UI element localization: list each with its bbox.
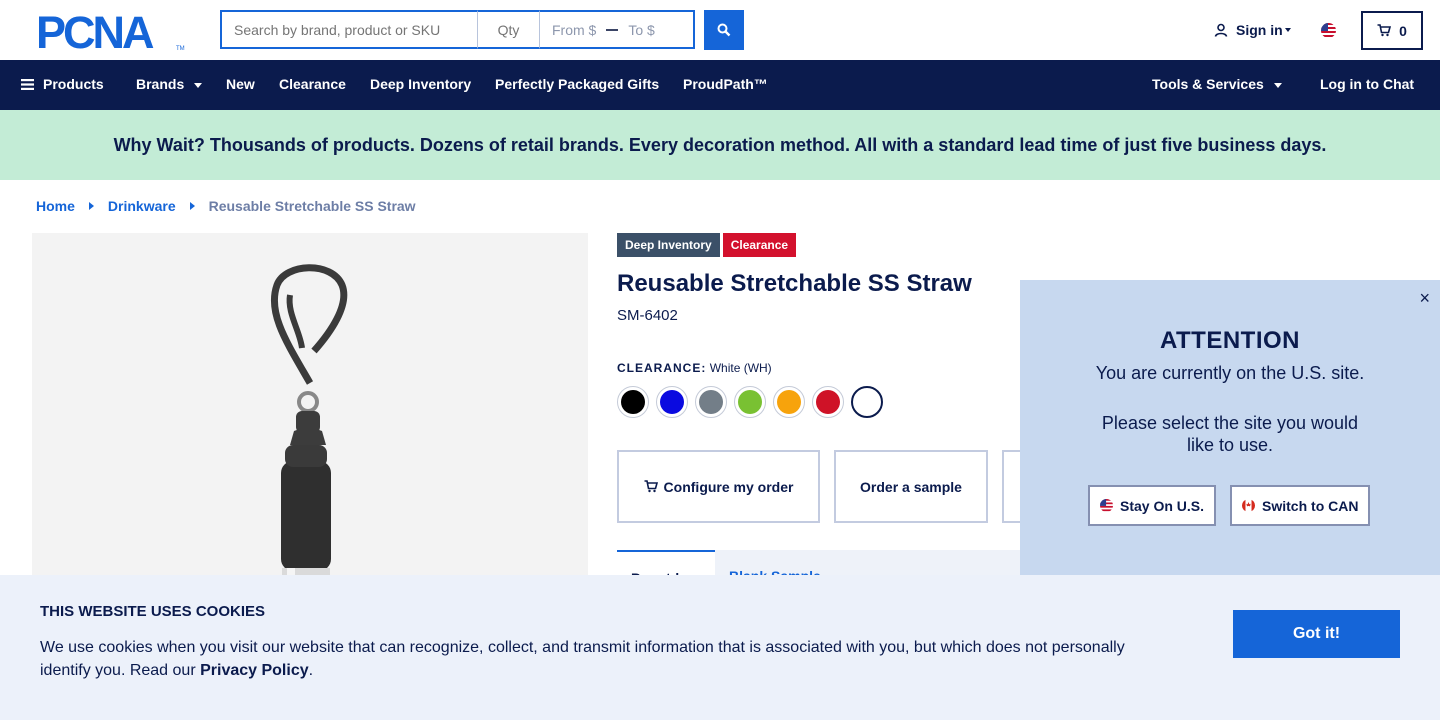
menu-icon — [21, 79, 34, 90]
search-button[interactable] — [704, 10, 744, 50]
breadcrumb-home[interactable]: Home — [36, 198, 75, 214]
product-title: Reusable Stretchable SS Straw — [617, 270, 972, 297]
switch-can-button[interactable]: Switch to CAN — [1230, 485, 1371, 526]
breadcrumb-current: Reusable Stretchable SS Straw — [208, 198, 416, 214]
nav-products[interactable]: Products — [21, 76, 104, 92]
cart-button[interactable]: 0 — [1361, 11, 1423, 50]
cookie-text: We use cookies when you visit our websit… — [40, 636, 1150, 682]
swatch-white[interactable] — [851, 386, 883, 418]
nav-gifts[interactable]: Perfectly Packaged Gifts — [495, 76, 659, 92]
breadcrumb-category[interactable]: Drinkware — [108, 198, 176, 214]
color-label: CLEARANCE: White (WH) — [617, 361, 772, 375]
cookie-banner: THIS WEBSITE USES COOKIES We use cookies… — [0, 575, 1440, 720]
caret-right-icon — [189, 202, 195, 210]
promo-banner: Why Wait? Thousands of products. Dozens … — [0, 110, 1440, 180]
svg-text:TM: TM — [176, 46, 185, 52]
color-label-key: CLEARANCE: — [617, 361, 707, 375]
close-icon[interactable]: × — [1419, 288, 1430, 309]
product-image[interactable] — [32, 233, 588, 633]
deep-inventory-badge: Deep Inventory — [617, 233, 720, 257]
cookie-title: THIS WEBSITE USES COOKIES — [40, 603, 266, 620]
chevron-down-icon — [1273, 82, 1282, 88]
cookie-period: . — [308, 662, 314, 679]
nav-tools-label: Tools & Services — [1152, 76, 1264, 92]
us-flag-icon — [1100, 499, 1113, 512]
popup-instruction: Please select the site you would like to… — [1101, 413, 1359, 455]
popup-current-site: You are currently on the U.S. site. — [1095, 363, 1365, 383]
nav-brands[interactable]: Brands — [136, 76, 203, 92]
color-swatches — [617, 386, 883, 418]
cart-icon — [1377, 24, 1392, 37]
nav-deep-inventory[interactable]: Deep Inventory — [370, 76, 471, 92]
product-badges: Deep Inventory Clearance — [617, 233, 797, 257]
qty-input[interactable] — [478, 10, 540, 49]
order-sample-button[interactable]: Order a sample — [834, 450, 988, 523]
svg-text:PCNA: PCNA — [36, 10, 154, 52]
got-it-button[interactable]: Got it! — [1233, 610, 1400, 658]
nav-clearance[interactable]: Clearance — [279, 76, 346, 92]
search-icon — [717, 23, 731, 37]
privacy-policy-link[interactable]: Privacy Policy — [200, 662, 309, 679]
nav-chat[interactable]: Log in to Chat — [1320, 76, 1414, 92]
cart-count: 0 — [1399, 22, 1407, 39]
cart-icon — [644, 480, 658, 493]
nav-proudpath[interactable]: ProudPath™ — [683, 76, 768, 92]
search-bar: From $ To $ — [220, 10, 744, 50]
popup-buttons: Stay On U.S. Switch to CAN — [1088, 485, 1371, 526]
price-to-input[interactable]: To $ — [628, 22, 654, 38]
clearance-badge: Clearance — [722, 233, 797, 257]
search-input[interactable] — [220, 10, 478, 49]
canada-flag-icon — [1242, 499, 1256, 512]
color-label-value: White (WH) — [709, 361, 772, 375]
straw-image — [270, 264, 348, 633]
swatch-blue[interactable] — [656, 386, 688, 418]
order-sample-label: Order a sample — [860, 478, 962, 495]
price-from-input[interactable]: From $ — [552, 22, 596, 38]
sign-in-button[interactable]: Sign in — [1214, 22, 1291, 38]
swatch-black[interactable] — [617, 386, 649, 418]
price-dash — [606, 28, 619, 31]
nav-new[interactable]: New — [226, 76, 255, 92]
us-flag-icon[interactable] — [1321, 23, 1336, 38]
configure-order-button[interactable]: Configure my order — [617, 450, 820, 523]
pcna-logo[interactable]: PCNA TM — [36, 10, 186, 52]
site-select-popup: × ATTENTION You are currently on the U.S… — [1020, 280, 1440, 576]
nav-tools[interactable]: Tools & Services — [1152, 76, 1282, 92]
top-header: PCNA TM From $ To $ Sign in — [0, 0, 1440, 60]
nav-products-label: Products — [43, 76, 104, 92]
swatch-gray[interactable] — [695, 386, 727, 418]
product-sku: SM-6402 — [617, 307, 678, 324]
sign-in-label: Sign in — [1236, 22, 1283, 38]
configure-order-label: Configure my order — [663, 478, 794, 495]
chevron-down-icon — [194, 82, 203, 88]
popup-title: ATTENTION — [1159, 327, 1301, 354]
main-nav: Products Brands New Clearance Deep Inven… — [0, 60, 1440, 110]
swatch-red[interactable] — [812, 386, 844, 418]
stay-us-button[interactable]: Stay On U.S. — [1088, 485, 1217, 526]
nav-brands-label: Brands — [136, 76, 185, 92]
swatch-orange[interactable] — [773, 386, 805, 418]
breadcrumb: Home Drinkware Reusable Stretchable SS S… — [36, 198, 416, 214]
stay-us-label: Stay On U.S. — [1120, 497, 1205, 514]
switch-can-label: Switch to CAN — [1262, 497, 1359, 514]
user-icon — [1214, 23, 1228, 37]
price-range: From $ To $ — [540, 10, 695, 49]
swatch-green[interactable] — [734, 386, 766, 418]
chevron-down-icon — [1284, 28, 1291, 32]
caret-right-icon — [88, 202, 94, 210]
